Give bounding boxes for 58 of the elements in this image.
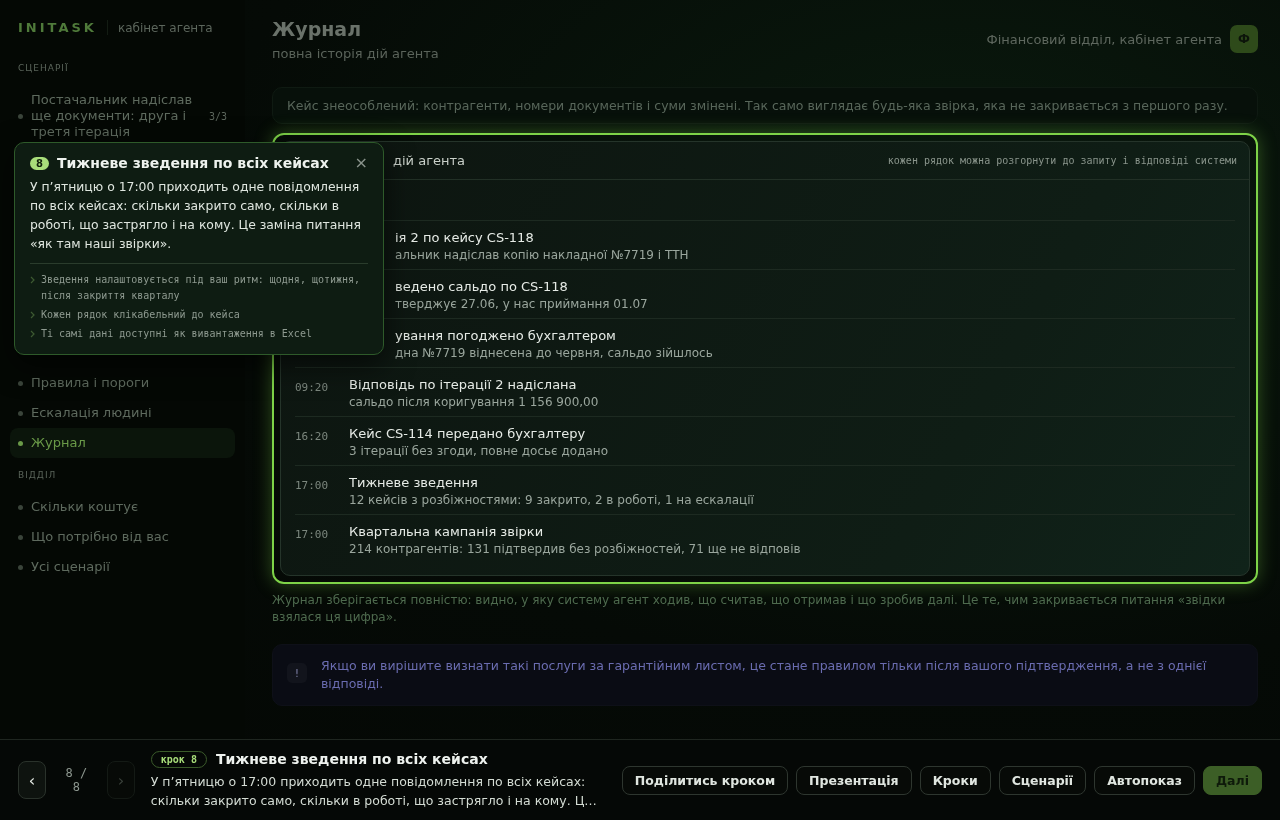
account-name: Фінансовий відділ, кабінет агента — [986, 31, 1222, 47]
page-subtitle: повна історія дій агента — [272, 46, 439, 61]
warning-mark: ! — [287, 663, 307, 683]
sidebar-item[interactable]: Ескалація людині — [10, 398, 235, 428]
close-button[interactable]: × — [354, 155, 368, 171]
warning-text: Якщо ви вирішите визнати такі послуги за гарантійним листом, це стане правилом тільки після вашого підтвердження, а не з однієї відповіді. — [321, 657, 1208, 693]
log-detail: 12 кейсів з розбіжностями: 9 закрито, 2 в роботі, 1 на ескалації — [349, 493, 754, 507]
section-label: ВІДДІЛ — [17, 470, 58, 480]
log-detail: сальдо після коригування 1 156 900,00 — [349, 395, 599, 409]
card-hint: кожен рядок можна розгорнути до запиту і відповіді системи — [887, 155, 1237, 166]
log-detail: альник надіслав копію накладної №7719 і ТТН — [395, 248, 689, 262]
notice: Кейс знеособлений: контрагенти, номери документів і суми змінені. Так само виглядає будь-яка звірка, яка не закривається з першого разу. — [272, 87, 1258, 124]
tour-button[interactable]: Презентація — [796, 765, 912, 795]
popover-point: Кожен рядок клікабельний до кейса — [41, 308, 240, 322]
log-time: 09:20 — [295, 380, 330, 396]
sidebar-item[interactable]: Постачальник надіслав ще документи: друга і третя ітерація 3/3 — [10, 85, 235, 147]
sidebar-item[interactable]: Усі сценарії — [10, 552, 235, 582]
log-time: 17:00 — [295, 478, 330, 494]
log-detail: тверджує 27.06, у нас приймання 01.07 — [395, 297, 648, 311]
log-title: Тижневе зведення — [349, 475, 479, 490]
popover-text: У п’ятницю о 17:00 приходить одне повідомлення по всіх кейсах: скільки закрито само, скільки в роботі, що застрягло і на кому. Це заміна питання «як там наші звірки». — [30, 178, 362, 253]
next-step-button[interactable]: Далі — [1203, 765, 1262, 795]
popover-title: Тижневе зведення по всіх кейсах — [56, 155, 330, 171]
log-title: ія 2 по кейсу CS-118 — [395, 230, 535, 245]
log-detail: дна №7719 віднесена до червня, сальдо зійшлось — [395, 346, 713, 360]
tour-button[interactable]: Поділитись кроком — [621, 765, 789, 795]
chevron-icon — [30, 276, 35, 284]
popover-point: Зведення налаштовується під ваш ритм: щодня, щотижня, після закриття кварталу — [41, 273, 362, 303]
chevron-icon — [30, 330, 35, 338]
tour-button[interactable]: Кроки — [919, 765, 991, 795]
sidebar-item[interactable]: Правила і пороги — [10, 368, 235, 398]
log-title: Кейс CS-114 передано бухгалтеру — [349, 426, 587, 441]
log-detail: 3 ітерації без згоди, повне досьє додано — [349, 444, 608, 458]
page-title: Журнал — [272, 18, 363, 40]
tour-button[interactable]: Сценарії — [998, 765, 1087, 795]
log-title: Відповідь по ітерації 2 надіслана — [349, 377, 578, 392]
step-counter: 8 / 8 — [64, 766, 89, 794]
card-title: дій агента — [393, 153, 465, 168]
step-title: Тижневе зведення по всіх кейсах — [215, 751, 488, 767]
sidebar-item[interactable]: Журнал — [10, 428, 235, 458]
log-title: ведено сальдо по CS-118 — [395, 279, 569, 294]
log-time: 16:20 — [295, 429, 330, 445]
previous-button[interactable]: ‹ — [18, 761, 46, 799]
log-title: ування погоджено бухгалтером — [395, 328, 617, 343]
tour-button[interactable]: Автопоказ — [1094, 765, 1195, 795]
footnote: Журнал зберігається повністю: видно, у яку систему агент ходив, що считав, що отримав і що зробив далі. Це те, чим закривається питання «звідки взялася ця цифра». — [272, 592, 1227, 626]
step-text: У п’ятницю о 17:00 приходить одне повідомлення по всіх кейсах: скільки закрито само, скільки в роботі, що застрягло і на кому. Ц… — [150, 772, 598, 810]
sidebar-item[interactable]: Що потрібно від вас — [10, 522, 235, 552]
step-number: 8 — [30, 156, 49, 170]
popover-point: Ті самі дані доступні як вивантаження в Excel — [41, 327, 312, 341]
sidebar-item[interactable]: Скільки коштує — [10, 492, 235, 522]
log-title: Квартальна кампанія звірки — [349, 524, 545, 539]
brand-logo: INITASK — [18, 20, 108, 35]
brand-subtitle: кабінет агента — [117, 20, 213, 35]
section-label: СЦЕНАРІЇ — [17, 63, 70, 73]
log-detail: 214 контрагентів: 131 підтвердив без розбіжностей, 71 ще не відповів — [349, 542, 801, 556]
chevron-icon — [30, 311, 35, 319]
log-time: 17:00 — [295, 527, 330, 543]
